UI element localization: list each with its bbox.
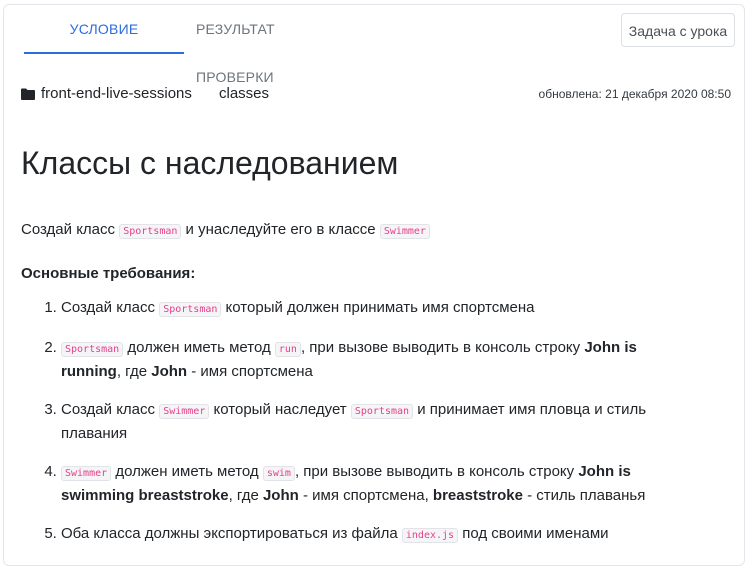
intro-text-2: и унаследуйте его в классе [181, 221, 380, 238]
item-text: , где [116, 363, 152, 380]
active-tab-indicator [24, 52, 184, 54]
page-title: Классы с наследованием [21, 145, 399, 181]
item-text: , при вызове выводить в консоль строку [294, 463, 579, 480]
folder-icon [21, 88, 35, 100]
list-item: Sportsman должен иметь метод run, при вы… [61, 337, 681, 383]
folder-link[interactable]: front-end-live-sessions [41, 85, 192, 102]
item-text: , где [228, 487, 263, 504]
item-text: который должен принимать имя спортсмена [221, 299, 535, 316]
item-code: Swimmer [61, 466, 112, 481]
tab-condition[interactable]: УСЛОВИЕ [24, 5, 184, 53]
item-bold: John [262, 487, 299, 504]
requirements-title: Основные требования: [21, 265, 196, 282]
list-item: Оба класса должны экспортироваться из фа… [61, 523, 681, 547]
meta-row: front-end-live-sessions classes обновлен… [21, 85, 731, 107]
item-code: Sportsman [61, 342, 124, 357]
item-text: , при вызове выводить в консоль строку [300, 339, 585, 356]
item-text: Оба класса должны экспортироваться из фа… [61, 525, 402, 542]
item-text: Создай класс [61, 401, 160, 418]
item-code: Swimmer [159, 404, 210, 419]
topic-link[interactable]: classes [219, 85, 269, 102]
item-text: который наследует [209, 401, 351, 418]
item-text: Создай класс [61, 299, 160, 316]
intro-text: Создай класс Sportsman и унаследуйте его… [21, 221, 430, 239]
item-text: под своими именами [458, 525, 609, 542]
lesson-task-button[interactable]: Задача с урока [621, 13, 735, 47]
list-item: Создай класс Sportsman который должен пр… [61, 297, 681, 321]
item-code: Sportsman [159, 302, 222, 317]
item-bold: John [151, 363, 188, 380]
intro-text-1: Создай класс [21, 221, 120, 238]
item-code: index.js [401, 528, 459, 543]
code-swimmer: Swimmer [379, 224, 430, 239]
item-code: swim [262, 466, 295, 481]
requirements-list: Создай класс Sportsman который должен пр… [21, 297, 681, 563]
item-text: - имя спортсмена, [298, 487, 433, 504]
item-bold: breaststroke [432, 487, 523, 504]
item-code: Sportsman [350, 404, 414, 419]
list-item: Создай класс Swimmer который наследует S… [61, 399, 681, 445]
code-sportsman: Sportsman [119, 224, 182, 239]
updated-timestamp: обновлена: 21 декабря 2020 08:50 [538, 87, 731, 101]
item-text: должен иметь метод [111, 463, 263, 480]
item-text: должен иметь метод [123, 339, 275, 356]
item-text: - имя спортсмена [187, 363, 313, 380]
tab-result[interactable]: РЕЗУЛЬТАТ ПРОВЕРКИ [196, 5, 344, 85]
task-panel: УСЛОВИЕ РЕЗУЛЬТАТ ПРОВЕРКИ Задача с урок… [3, 4, 745, 566]
item-code: run [274, 342, 301, 357]
item-text: - стиль плаванья [522, 487, 646, 504]
list-item: Swimmer должен иметь метод swim, при выз… [61, 461, 681, 507]
